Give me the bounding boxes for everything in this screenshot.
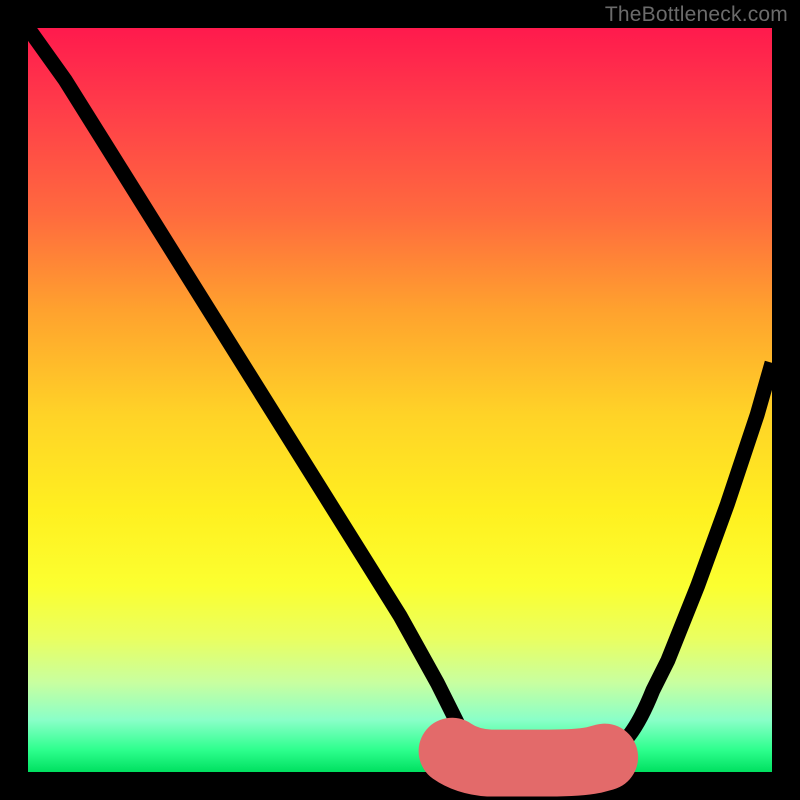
chart-svg: [28, 28, 772, 772]
optimal-zone-line: [452, 751, 605, 763]
optimal-zone-end-marker: [606, 741, 622, 757]
watermark-text: TheBottleneck.com: [605, 3, 788, 27]
bottleneck-curve: [28, 28, 772, 765]
chart-frame: TheBottleneck.com: [0, 0, 800, 800]
